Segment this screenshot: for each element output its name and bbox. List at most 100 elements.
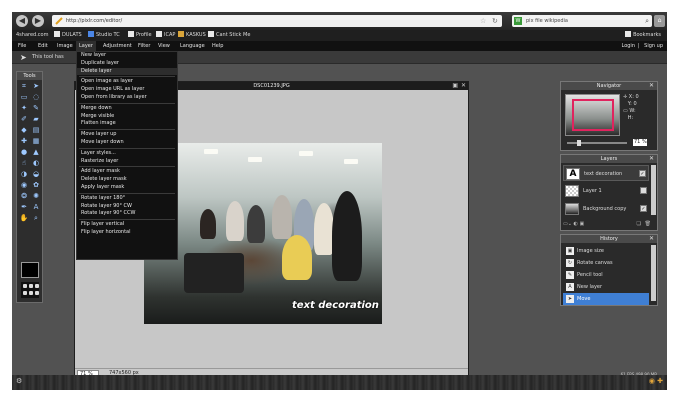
history-item[interactable]: ▣ Image size [563,245,649,257]
close-icon[interactable]: ✕ [649,82,654,90]
menu-item-rotate-180[interactable]: Rotate layer 180° [77,195,177,203]
zoom-slider-knob[interactable] [577,140,581,146]
maximize-icon[interactable]: ▣ [452,82,458,90]
menu-item-rotate-90-ccw[interactable]: Rotate layer 90° CCW [77,210,177,218]
layer-visibility-checkbox[interactable] [640,187,647,194]
hand-tool-icon[interactable]: ✋ [18,213,30,224]
menu-item-open-image-as-layer[interactable]: Open image as layer [77,78,177,86]
menu-edit[interactable]: Edit [38,41,48,51]
close-icon[interactable]: ✕ [461,82,466,90]
menu-item-flip-horizontal[interactable]: Flip layer horizontal [77,229,177,237]
refresh-icon[interactable]: ↻ [492,15,498,27]
address-bar[interactable]: http://pixlr.com/editor/ [52,15,502,27]
menu-image[interactable]: Image [57,41,73,51]
crop-tool-icon[interactable]: ⌗ [18,81,30,92]
forward-icon[interactable]: ▶ [32,15,44,27]
drop-tool-icon[interactable]: ● [18,147,30,158]
menu-filter[interactable]: Filter [138,41,150,51]
marquee-tool-icon[interactable]: ▭ [18,92,30,103]
menu-layer[interactable]: Layer [76,41,96,51]
clone-tool-icon[interactable]: ✚ [18,136,30,147]
dodge-tool-icon[interactable]: ◑ [18,169,30,180]
burn-tool-icon[interactable]: ◒ [30,169,42,180]
color-swatch[interactable] [21,262,39,278]
layer-row[interactable]: Background copy ✓ [563,201,649,217]
bloat-tool-icon[interactable]: ❂ [18,191,30,202]
menu-item-layer-styles[interactable]: Layer styles... [77,150,177,158]
navigator-viewbox[interactable] [572,99,614,131]
menu-item-rasterize-layer[interactable]: Rasterize layer [77,158,177,166]
menu-item-delete-layer[interactable]: Delete layer [77,67,177,76]
layer-row[interactable]: Layer 1 [563,183,649,199]
search-icon[interactable]: ⌕ [645,15,649,27]
menu-adjustment[interactable]: Adjustment [103,41,132,51]
bookmark-dulats[interactable]: DULATS [54,30,82,41]
spot-heal-tool-icon[interactable]: ✿ [30,180,42,191]
close-icon[interactable]: ✕ [649,155,654,163]
wand-tool-icon[interactable]: ✦ [18,103,30,114]
lasso-tool-icon[interactable]: ◌ [30,92,42,103]
zoom-tool-icon[interactable]: ⌕ [30,213,42,224]
bookmark-4shared[interactable]: 4shared.com [16,30,48,41]
menu-item-flip-vertical[interactable]: Flip layer vertical [77,221,177,229]
history-item[interactable]: ↻ Rotate canvas [563,257,649,269]
bookmarks-menu[interactable]: Bookmarks [625,30,661,41]
delete-layer-icon[interactable]: 🗑 [645,221,651,228]
colorpicker-tool-icon[interactable]: ✒ [18,202,30,213]
back-icon[interactable]: ◀ [16,15,28,27]
menu-view[interactable]: View [158,41,170,51]
bucket-tool-icon[interactable]: ◆ [18,125,30,136]
menu-item-apply-layer-mask[interactable]: Apply layer mask [77,184,177,192]
bookmark-studio-tc[interactable]: Studio TC [88,30,120,41]
menu-item-merge-visible[interactable]: Merge visible [77,113,177,121]
pencil-tool-icon[interactable]: ✎ [30,103,42,114]
star-icon[interactable]: ☆ [480,15,486,27]
zoom-slider[interactable] [567,140,627,146]
bookmark-kaskus[interactable]: KASKUS [178,30,206,41]
bookmark-icap[interactable]: ICAP [156,30,175,41]
history-item-selected[interactable]: ➤ Move [563,293,649,305]
bookmark-cant-stick-me[interactable]: Cant Stick Me [208,30,250,41]
swatch-grid[interactable] [21,282,39,298]
login-link[interactable]: Login [622,41,636,51]
layer-visibility-checkbox[interactable]: ✓ [640,205,647,212]
pinch-tool-icon[interactable]: ✺ [30,191,42,202]
menu-item-flatten-image[interactable]: Flatten image [77,120,177,128]
eraser-tool-icon[interactable]: ▰ [30,114,42,125]
search-input[interactable]: W pix file wikipedia ⌕ [512,15,652,27]
pattern-tool-icon[interactable]: ▦ [30,136,42,147]
smudge-tool-icon[interactable]: ☝ [18,158,30,169]
navigator-zoom-input[interactable]: 71 % [633,139,647,146]
menu-item-add-layer-mask[interactable]: Add layer mask [77,168,177,176]
bookmark-profile[interactable]: Profile [128,30,152,41]
layer-visibility-checkbox[interactable]: ✓ [639,170,646,177]
settings-icon[interactable]: ⚙ [16,377,26,387]
move-tool-icon[interactable]: ➤ [30,81,42,92]
menu-file[interactable]: File [18,41,26,51]
update-icon[interactable]: ✚ [657,377,663,385]
firefox-icon[interactable]: ◉ [649,377,655,385]
signup-link[interactable]: Sign up [644,41,663,51]
red-eye-tool-icon[interactable]: ◉ [18,180,30,191]
menu-language[interactable]: Language [180,41,205,51]
menu-item-open-image-url-as-layer[interactable]: Open image URL as layer [77,86,177,94]
home-icon[interactable]: ⌂ [654,15,665,27]
history-item[interactable]: ✎ Pencil tool [563,269,649,281]
menu-item-merge-down[interactable]: Merge down [77,105,177,113]
menu-help[interactable]: Help [212,41,223,51]
adjust-icon[interactable]: ◐ [574,221,578,227]
menu-item-rotate-90-cw[interactable]: Rotate layer 90° CW [77,203,177,211]
menu-item-open-from-library[interactable]: Open from library as layer [77,94,177,102]
navigator-thumbnail[interactable] [565,94,620,136]
type-tool-icon[interactable]: A [30,202,42,213]
link-icon[interactable]: ▣ [579,221,584,227]
office-group-photo[interactable]: text decoration [144,143,382,324]
sponge-tool-icon[interactable]: ◐ [30,158,42,169]
close-icon[interactable]: ✕ [649,235,654,243]
history-scrollbar[interactable] [651,245,656,301]
menu-item-move-layer-up[interactable]: Move layer up [77,131,177,139]
history-item[interactable]: A New layer [563,281,649,293]
menu-item-duplicate-layer[interactable]: Duplicate layer [77,60,177,68]
gradient-tool-icon[interactable]: ▤ [30,125,42,136]
new-layer-icon[interactable]: ❏ [637,221,641,228]
